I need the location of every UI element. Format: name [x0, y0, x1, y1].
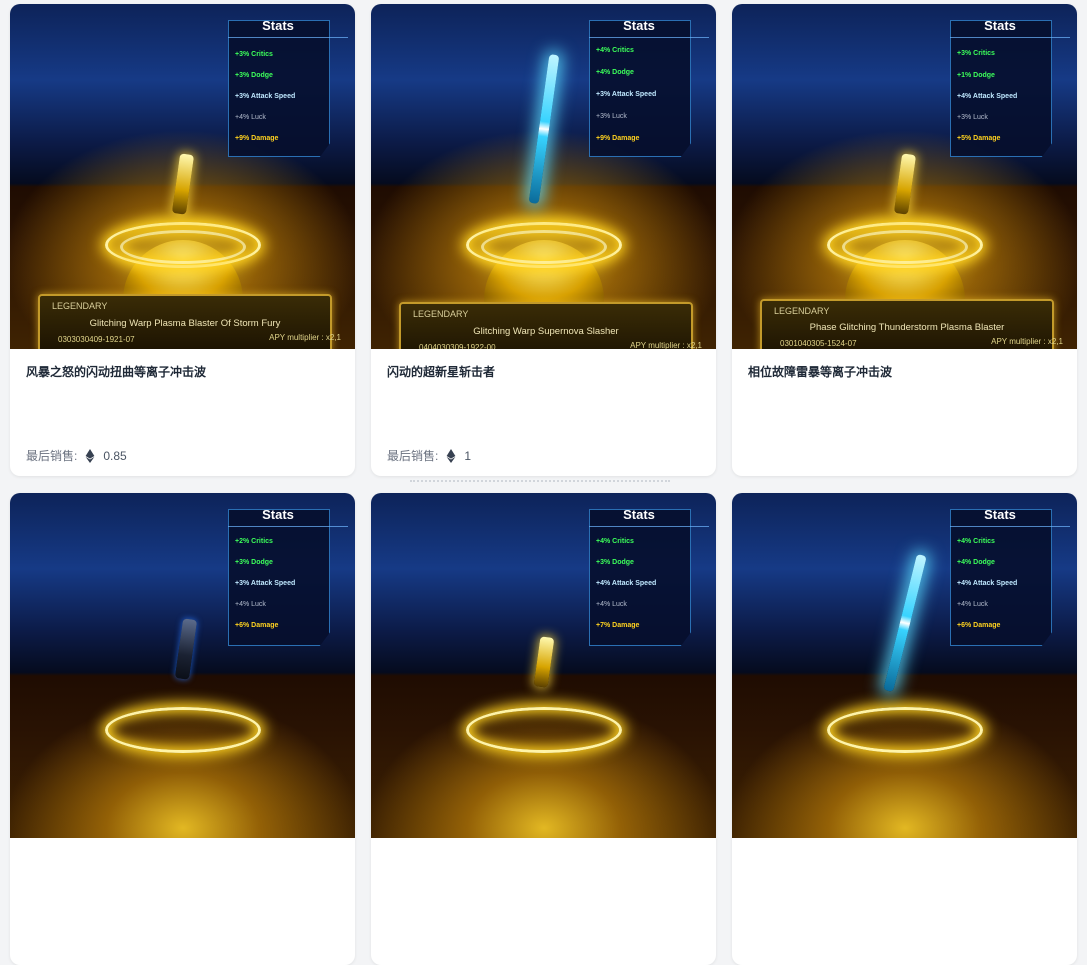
last-sale: 最后销售: 0.85 [26, 447, 127, 464]
stat-attack-speed: +3% Attack Speed [235, 580, 296, 587]
last-sale: 最后销售: 1 [387, 447, 471, 464]
stat-dodge: +3% Dodge [596, 559, 634, 566]
nft-card[interactable]: Stats +2% Critics +3% Dodge +3% Attack S… [10, 493, 355, 965]
pedestal-ring [480, 230, 607, 264]
stats-divider [228, 37, 348, 38]
last-sale-label: 最后销售: [26, 449, 78, 463]
stat-critics: +2% Critics [235, 538, 273, 545]
plate-apy: APY multiplier : x2,1 [630, 341, 702, 349]
plate-name: Glitching Warp Plasma Blaster Of Storm F… [89, 318, 281, 329]
plate-tier: LEGENDARY [774, 306, 830, 316]
stat-luck: +4% Luck [957, 601, 988, 608]
stat-damage: +6% Damage [957, 622, 1001, 629]
nft-grid: Stats +3% Critics +3% Dodge +3% Attack S… [10, 4, 1077, 965]
nft-title[interactable]: 闪动的超新星斩击者 [387, 363, 495, 380]
pedestal-ring [465, 707, 622, 753]
plate-id: 0301040305-1524-07 [780, 339, 857, 348]
stat-critics: +4% Critics [596, 538, 634, 545]
stats-divider [950, 37, 1070, 38]
last-sale-value: 0.85 [103, 448, 127, 463]
stats-heading: Stats [623, 18, 655, 33]
stat-damage: +7% Damage [596, 622, 640, 629]
loading-divider [410, 480, 670, 483]
nft-title[interactable]: 风暴之怒的闪动扭曲等离子冲击波 [26, 363, 206, 380]
stat-dodge: +4% Dodge [957, 559, 995, 566]
card-info: 风暴之怒的闪动扭曲等离子冲击波 最后销售: 0.85 [10, 349, 355, 476]
stat-attack-speed: +4% Attack Speed [957, 93, 1018, 100]
stats-divider [589, 37, 709, 38]
stat-attack-speed: +4% Attack Speed [957, 580, 1018, 587]
nft-card[interactable]: Stats +4% Critics +4% Dodge +3% Attack S… [371, 4, 716, 476]
stats-heading: Stats [984, 18, 1016, 33]
stat-dodge: +4% Dodge [596, 69, 634, 76]
stats-heading: Stats [984, 507, 1016, 522]
blue-blade-icon [882, 553, 927, 693]
last-sale-label: 最后销售: [387, 449, 439, 463]
stat-critics: +4% Critics [957, 538, 995, 545]
stat-luck: +4% Luck [596, 601, 627, 608]
ethereum-icon [85, 448, 95, 463]
nft-image[interactable]: Stats +4% Critics +4% Dodge +4% Attack S… [732, 493, 1077, 838]
plate-id: 0303030409-1921-07 [58, 335, 135, 344]
pedestal-ring [841, 230, 968, 264]
stat-dodge: +3% Dodge [235, 72, 273, 79]
gold-blaster-icon [533, 636, 554, 688]
nft-title[interactable]: 相位故障雷暴等离子冲击波 [748, 363, 892, 380]
stats-divider [589, 526, 709, 527]
stat-damage: +9% Damage [596, 135, 640, 142]
stat-attack-speed: +3% Attack Speed [235, 93, 296, 100]
pedestal-ring [119, 230, 246, 264]
plate-apy: APY multiplier : x2,1 [269, 333, 341, 342]
stat-damage: +5% Damage [957, 135, 1001, 142]
nft-image[interactable]: Stats +4% Critics +3% Dodge +4% Attack S… [371, 493, 716, 838]
nft-card[interactable]: Stats +4% Critics +3% Dodge +4% Attack S… [371, 493, 716, 965]
stat-luck: +4% Luck [235, 601, 266, 608]
nft-image[interactable]: Stats +3% Critics +3% Dodge +3% Attack S… [10, 4, 355, 349]
plate-tier: LEGENDARY [413, 309, 469, 319]
stat-attack-speed: +4% Attack Speed [596, 580, 657, 587]
ethereum-icon [446, 448, 456, 463]
stat-luck: +3% Luck [596, 113, 627, 120]
card-info: 相位故障雷暴等离子冲击波 [732, 349, 1077, 476]
plate-name: Glitching Warp Supernova Slasher [473, 326, 619, 337]
plate-name: Phase Glitching Thunderstorm Plasma Blas… [809, 322, 1005, 333]
stats-heading: Stats [262, 507, 294, 522]
nft-card[interactable]: Stats +4% Critics +4% Dodge +4% Attack S… [732, 493, 1077, 965]
nft-card[interactable]: Stats +3% Critics +3% Dodge +3% Attack S… [10, 4, 355, 476]
dark-blaster-icon [174, 618, 198, 680]
stat-critics: +4% Critics [596, 47, 634, 54]
stat-critics: +3% Critics [957, 50, 995, 57]
nft-card[interactable]: Stats +3% Critics +1% Dodge +4% Attack S… [732, 4, 1077, 476]
last-sale-value: 1 [464, 448, 472, 463]
stat-damage: +6% Damage [235, 622, 279, 629]
stat-damage: +9% Damage [235, 135, 279, 142]
stats-heading: Stats [623, 507, 655, 522]
card-info: 闪动的超新星斩击者 最后销售: 1 [371, 349, 716, 476]
nft-image[interactable]: Stats +3% Critics +1% Dodge +4% Attack S… [732, 4, 1077, 349]
plate-apy: APY multiplier : x2,1 [991, 337, 1063, 346]
stat-dodge: +1% Dodge [957, 72, 995, 79]
pedestal-ring [104, 707, 261, 753]
pedestal-ring [826, 707, 983, 753]
stat-attack-speed: +3% Attack Speed [596, 91, 657, 98]
stat-luck: +4% Luck [235, 114, 266, 121]
plate-tier: LEGENDARY [52, 301, 108, 311]
stats-divider [950, 526, 1070, 527]
stat-dodge: +3% Dodge [235, 559, 273, 566]
stat-critics: +3% Critics [235, 51, 273, 58]
stats-divider [228, 526, 348, 527]
nft-image[interactable]: Stats +4% Critics +4% Dodge +3% Attack S… [371, 4, 716, 349]
nft-image[interactable]: Stats +2% Critics +3% Dodge +3% Attack S… [10, 493, 355, 838]
stats-heading: Stats [262, 18, 294, 33]
stat-luck: +3% Luck [957, 114, 988, 121]
